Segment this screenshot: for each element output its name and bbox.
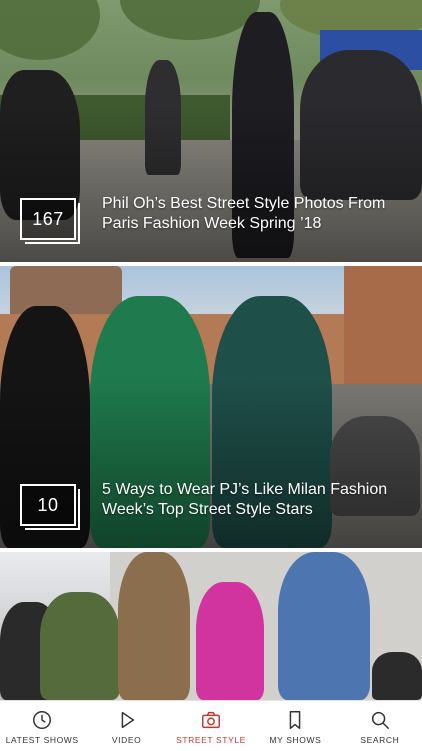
photo-person-denim: [278, 552, 370, 700]
photo-count: 167: [32, 208, 64, 229]
photo-tree: [120, 0, 260, 40]
tab-label: SEARCH: [360, 735, 400, 745]
tab-street-style[interactable]: STREET STYLE: [169, 701, 253, 751]
tab-label: VIDEO: [111, 735, 142, 745]
gallery-card[interactable]: 167 Phil Oh’s Best Street Style Photos F…: [0, 0, 422, 262]
photo-person: [372, 652, 422, 700]
tab-search[interactable]: SEARCH: [338, 701, 422, 751]
gallery-card[interactable]: 10 5 Ways to Wear PJ’s Like Milan Fashio…: [0, 266, 422, 548]
play-icon: [121, 711, 134, 729]
search-icon: [371, 711, 389, 729]
bookmark-icon: [290, 711, 301, 729]
tab-latest-shows[interactable]: LATEST SHOWS: [0, 701, 84, 751]
photo-person-pink: [196, 582, 264, 700]
tab-label: STREET STYLE: [176, 735, 246, 745]
photo-count-badge: 167: [20, 198, 80, 244]
photo-person-backpack: [40, 592, 120, 700]
photo-person-sweater: [118, 552, 190, 700]
tab-video[interactable]: VIDEO: [84, 701, 168, 751]
gallery-title[interactable]: Phil Oh’s Best Street Style Photos From …: [102, 194, 408, 234]
photo-count-badge: 10: [20, 484, 80, 530]
gallery-title[interactable]: 5 Ways to Wear PJ’s Like Milan Fashion W…: [102, 480, 408, 520]
clock-icon: [33, 711, 52, 729]
bottom-tab-bar: LATEST SHOWS VIDEO STREET STYLE MY SHOWS…: [0, 700, 422, 751]
tab-my-shows[interactable]: MY SHOWS: [253, 701, 337, 751]
tab-label: MY SHOWS: [269, 735, 322, 745]
tab-label: LATEST SHOWS: [5, 735, 79, 745]
street-style-feed: 167 Phil Oh’s Best Street Style Photos F…: [0, 0, 422, 700]
photo-count: 10: [37, 494, 59, 515]
camera-icon: [202, 711, 220, 729]
gallery-card[interactable]: [0, 552, 422, 700]
photo-tree: [0, 0, 100, 60]
